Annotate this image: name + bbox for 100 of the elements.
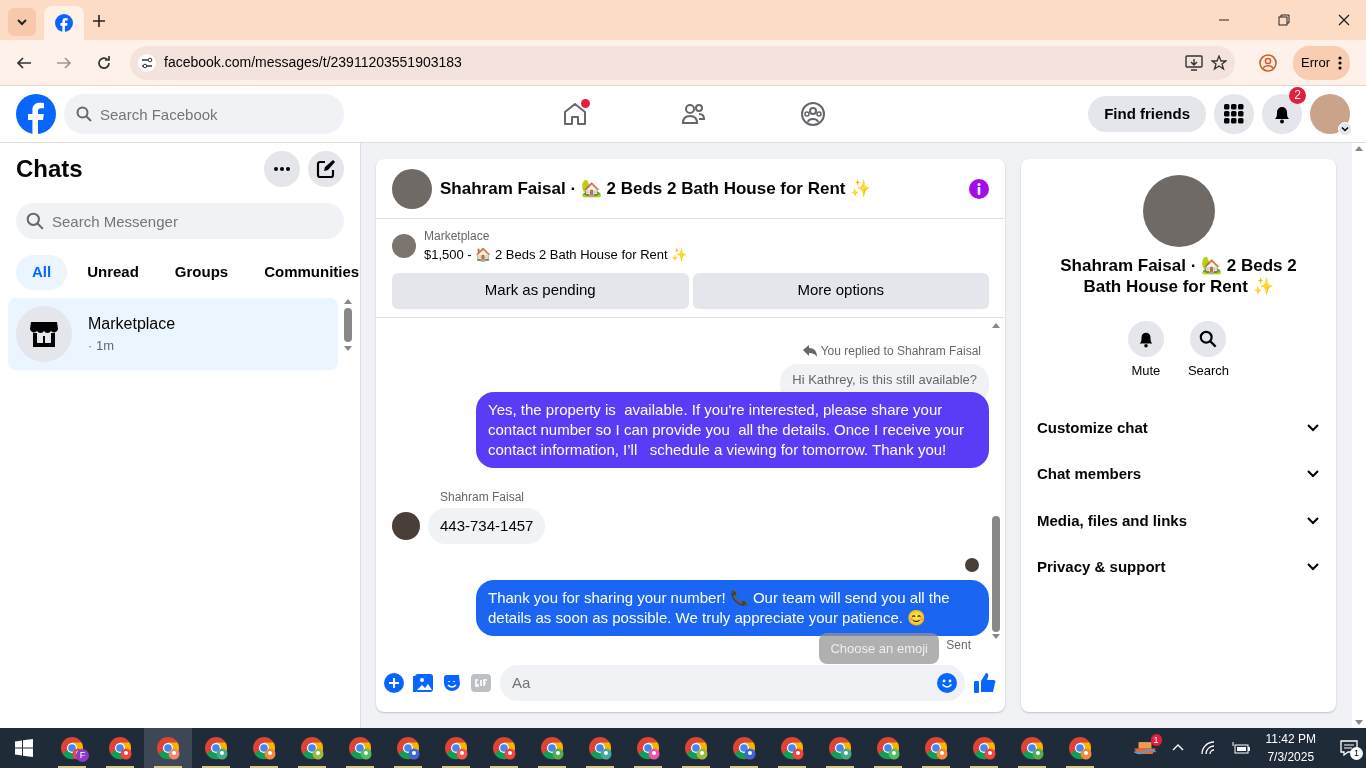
more-horizontal-icon [274, 167, 290, 171]
info-icon[interactable] [969, 178, 989, 199]
page-scrollbar[interactable] [1352, 143, 1366, 728]
wifi-icon[interactable] [1199, 741, 1216, 755]
details-section[interactable]: Privacy & support [1021, 544, 1336, 591]
bell-icon [1272, 104, 1292, 124]
profile-error-button[interactable]: Error [1293, 45, 1350, 80]
battery-icon[interactable] [1231, 742, 1250, 754]
reload-icon[interactable] [96, 54, 112, 71]
sticker-icon[interactable] [442, 672, 462, 693]
new-message-button[interactable] [308, 151, 344, 187]
clock[interactable]: 11:42 PM 7/3/2025 [1265, 730, 1316, 766]
windows-logo-icon [15, 739, 33, 757]
browser-icon [492, 736, 516, 760]
address-bar[interactable]: facebook.com/messages/t/23911203551903183 [130, 45, 1236, 80]
message-bubble: Yes, the property is available. If you're interested, please share your contact number so I can provide you all the details. Once I receive your contact information, I’ll schedule a viewing for tomorrow. Thank you! [476, 391, 989, 468]
details-action-button[interactable] [1190, 321, 1227, 357]
browser-icon [924, 736, 948, 760]
facebook-logo-icon [55, 14, 73, 32]
browser-icon [204, 736, 228, 760]
back-arrow-icon[interactable] [16, 54, 32, 71]
details-section[interactable]: Media, files and links [1021, 497, 1336, 544]
browser-icon [684, 736, 708, 760]
more-vertical-icon [1338, 55, 1342, 70]
chats-title: Chats [16, 154, 84, 184]
search-field[interactable]: Search Facebook [64, 94, 344, 134]
seen-avatar [965, 557, 979, 572]
search-messenger-field[interactable]: Search Messenger [16, 203, 344, 239]
message-status: Sent [946, 636, 971, 654]
profile-icon[interactable] [1259, 53, 1278, 72]
listing-action-button[interactable]: More options [692, 272, 989, 309]
plus-icon [92, 13, 106, 28]
browser-icon [588, 736, 612, 760]
sender-name: Shahram Faisal [440, 488, 526, 506]
browser-icon [828, 736, 852, 760]
notification-count: 2 [1289, 87, 1306, 104]
tooltip: Choose an emoji [819, 632, 939, 664]
tab-list-button[interactable] [8, 8, 36, 36]
emoji-icon[interactable] [937, 672, 957, 693]
compose-icon [316, 159, 336, 179]
caret-icon [1355, 145, 1363, 151]
notification-count: 1 [1350, 747, 1363, 760]
listing-action-button[interactable]: Mark as pending [392, 272, 689, 309]
search-icon [76, 106, 92, 122]
avatar [392, 511, 420, 540]
find-friends-button[interactable]: Find friends [1088, 96, 1206, 132]
menu-button[interactable] [1214, 94, 1254, 134]
action-label: Search [1187, 362, 1230, 380]
site-settings-icon[interactable] [138, 53, 156, 72]
browser-icon [156, 736, 180, 760]
browser-icon [1068, 736, 1092, 760]
browser-icon [780, 736, 804, 760]
message-field[interactable]: Aa [500, 664, 965, 701]
browser-icon [636, 736, 660, 760]
tray-badge: 1 [1150, 734, 1162, 746]
star-icon[interactable] [1211, 54, 1228, 71]
notification-center-icon [1340, 740, 1358, 756]
reply-note: You replied to Shahram Faisal [820, 342, 981, 360]
search-icon [26, 212, 44, 230]
photo-placeholder [392, 168, 432, 209]
facebook-logo-icon[interactable] [16, 94, 56, 134]
scrollbar[interactable] [991, 321, 1001, 640]
caret-icon [344, 345, 352, 352]
browser-taskbar-icon[interactable] [144, 728, 192, 768]
details-section[interactable]: Customize chat [1021, 404, 1336, 451]
install-app-icon[interactable] [1185, 54, 1204, 71]
plus-circle-icon[interactable] [384, 672, 404, 693]
forward-arrow-icon[interactable] [56, 54, 72, 71]
reply-icon [802, 344, 817, 357]
chat-name: Marketplace [88, 313, 176, 334]
message-bubble: 443-734-1457 [428, 507, 546, 544]
profile-letter-badge: F [76, 749, 89, 762]
browser-icon [1020, 736, 1044, 760]
caret-icon [1341, 125, 1349, 133]
browser-icon [348, 736, 372, 760]
browser-icon [540, 736, 564, 760]
browser-icon [108, 736, 132, 760]
filter-tab[interactable]: Unread [71, 255, 155, 290]
details-section[interactable]: Chat members [1021, 451, 1336, 498]
groups-icon[interactable] [799, 101, 826, 127]
browser-icon [60, 736, 84, 760]
filter-tab[interactable]: Communities [248, 255, 376, 290]
browser-icon [972, 736, 996, 760]
close-icon[interactable] [1338, 14, 1350, 26]
restore-icon[interactable] [1278, 14, 1290, 26]
people-icon[interactable] [680, 101, 707, 127]
listing-label: Marketplace [424, 228, 491, 246]
thumbs-up-icon[interactable] [973, 670, 997, 695]
caret-icon [344, 297, 352, 304]
options-button[interactable] [264, 151, 300, 187]
browser-tab[interactable] [44, 6, 84, 40]
message-bubble: Thank you for sharing your number! 📞 Our team will send you all the details as soon as possible. We truly appreciate your patience. 😊 [476, 579, 989, 636]
caret-icon [16, 16, 28, 28]
details-action-button[interactable] [1127, 321, 1164, 357]
photo-placeholder [392, 233, 416, 258]
image-icon[interactable] [412, 672, 434, 693]
filter-tab[interactable]: All [16, 255, 68, 290]
home-icon[interactable] [561, 101, 588, 127]
chat-row[interactable]: Marketplace · 1m [8, 297, 338, 370]
filter-tab[interactable]: Groups [158, 255, 245, 290]
